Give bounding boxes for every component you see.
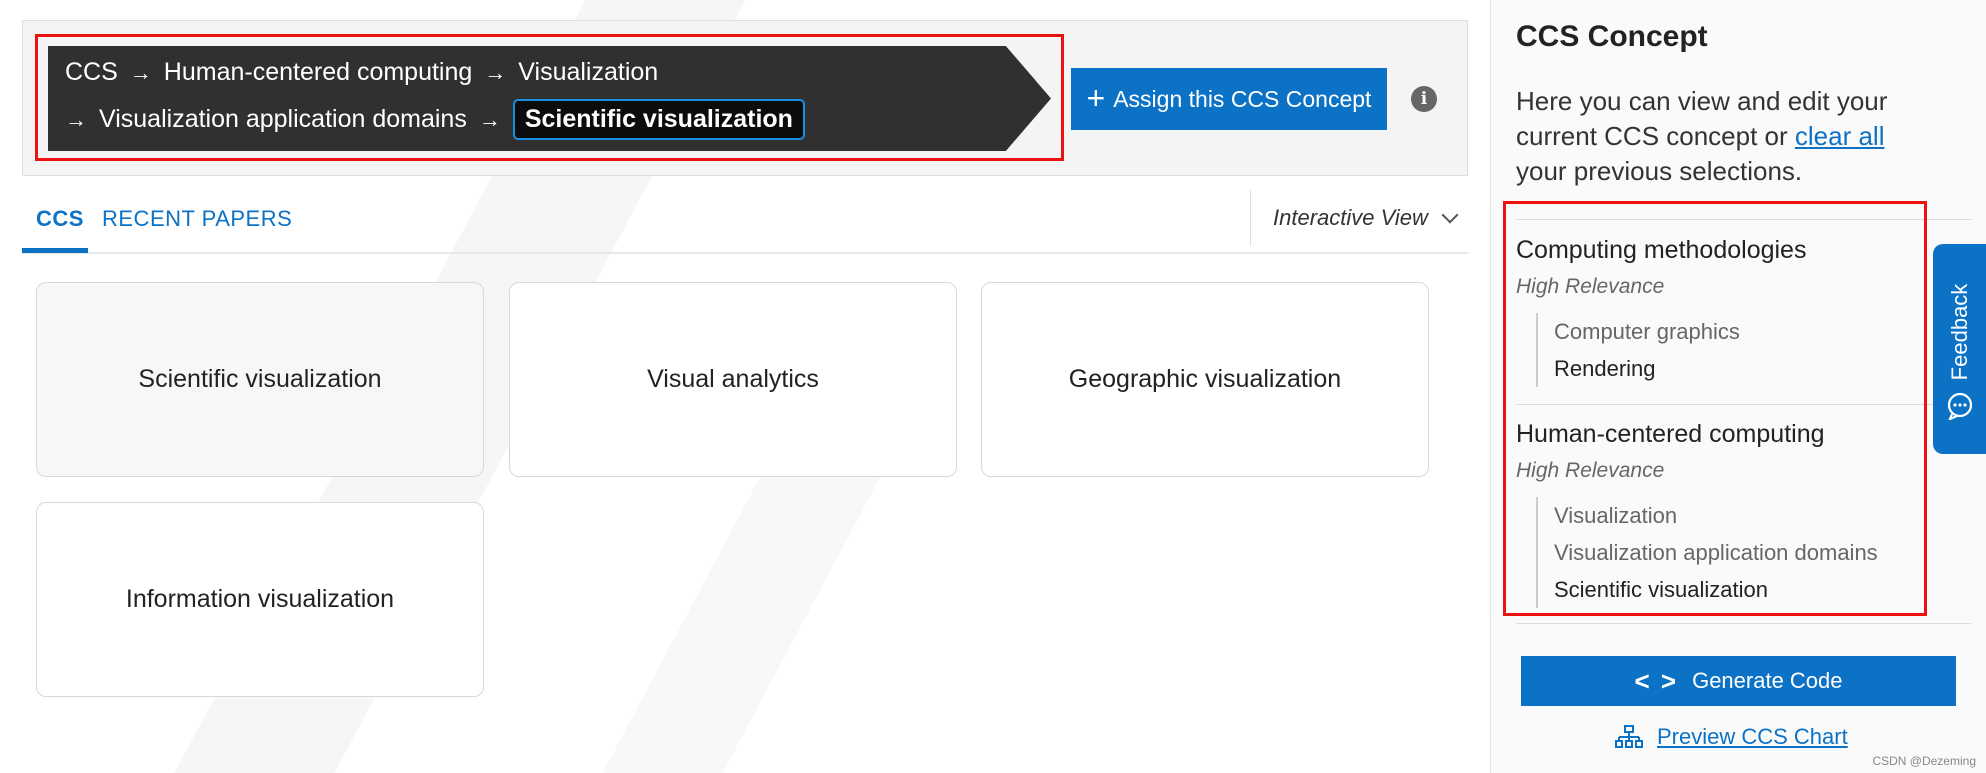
panel-title: CCS Concept [1516,20,1708,53]
info-icon[interactable]: i [1411,86,1437,112]
highlight-annotation-box [35,34,1064,161]
feedback-tab[interactable]: Feedback [1933,244,1986,454]
active-tab-indicator [22,248,88,253]
assign-concept-button[interactable]: + Assign this CCS Concept [1071,68,1387,130]
generate-code-label: Generate Code [1692,668,1843,693]
tab-recent-papers[interactable]: RECENT PAPERS [102,206,292,232]
assign-concept-label: Assign this CCS Concept [1113,85,1372,112]
feedback-label: Feedback [1946,283,1972,381]
preview-ccs-chart-label: Preview CCS Chart [1657,724,1848,749]
view-mode-select[interactable]: Interactive View [1250,190,1459,246]
plus-icon: + [1086,79,1106,116]
panel-description: Here you can view and edit your current … [1516,84,1916,189]
chat-bubble-icon [1947,392,1973,420]
chevron-down-icon [1441,206,1459,224]
divider [1516,623,1971,624]
clear-all-link[interactable]: clear all [1795,121,1885,151]
generate-code-button[interactable]: < > Generate Code [1521,656,1956,706]
main-area: CCS → Human-centered computing → Visuali… [0,0,1490,773]
concept-card-scientific-visualization[interactable]: Scientific visualization [36,282,484,477]
preview-ccs-chart-link[interactable]: Preview CCS Chart [1615,724,1848,750]
tab-ccs[interactable]: CCS [36,206,84,232]
view-mode-label: Interactive View [1273,205,1428,230]
code-icon: < > [1634,665,1679,696]
watermark-text: CSDN @Dezeming [1872,754,1976,768]
concept-card-information-visualization[interactable]: Information visualization [36,502,484,697]
panel-description-text-end: your previous selections. [1516,156,1803,186]
concept-card-visual-analytics[interactable]: Visual analytics [509,282,957,477]
hierarchy-icon [1615,725,1643,748]
concept-card-geographic-visualization[interactable]: Geographic visualization [981,282,1429,477]
tab-bar: CCS RECENT PAPERS Interactive View [22,190,1468,254]
highlight-annotation-box [1503,201,1927,616]
